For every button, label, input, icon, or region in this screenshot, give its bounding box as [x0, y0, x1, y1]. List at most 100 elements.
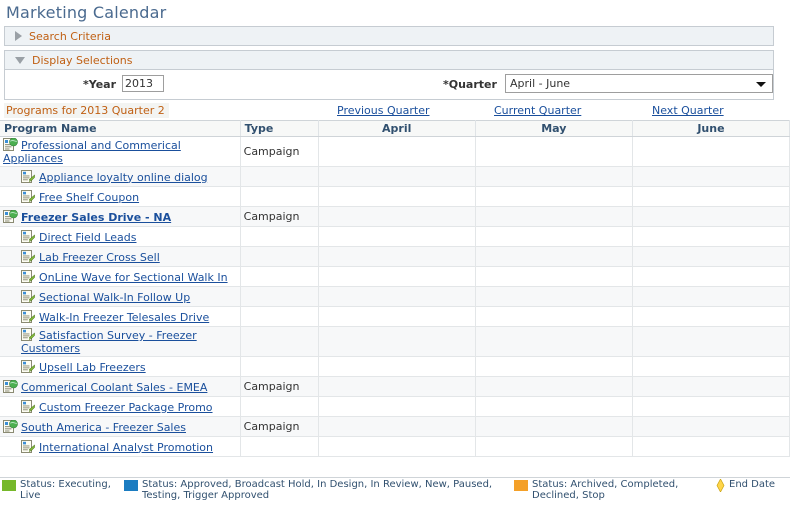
cell-month-2 — [475, 226, 633, 247]
cell-program-name: Satisfaction Survey - Freezer Customers — [0, 326, 241, 357]
cell-month-2 — [475, 166, 633, 187]
legend-label: Status: Archived, Completed, Declined, S… — [532, 479, 679, 501]
cell-month-1 — [318, 416, 476, 437]
display-selections-body: *Year 2013 *Quarter April - June — [4, 70, 774, 100]
campaign-document-icon — [21, 399, 36, 414]
campaign-link[interactable]: Upsell Lab Freezers — [39, 361, 146, 374]
cell-month-1 — [318, 206, 476, 227]
quarter-select[interactable]: April - June — [505, 74, 773, 93]
cell-month-2 — [475, 266, 633, 287]
cell-program-name: Custom Freezer Package Promo — [0, 396, 241, 417]
cell-type — [240, 356, 319, 377]
column-header-type[interactable]: Type — [240, 120, 319, 137]
cell-month-3 — [632, 186, 790, 207]
campaign-document-icon — [21, 328, 36, 342]
grid-header-row: Program Name Type April May June — [0, 120, 790, 137]
legend-item: Status: Executing, Live — [2, 479, 120, 501]
campaign-link[interactable]: Appliance loyalty online dialog — [39, 171, 208, 184]
cell-month-2 — [475, 416, 633, 437]
table-row: Free Shelf Coupon — [0, 186, 790, 207]
campaign-name-cell: Appliance loyalty online dialog — [3, 169, 237, 184]
cell-month-1 — [318, 376, 476, 397]
campaign-link[interactable]: Custom Freezer Package Promo — [39, 401, 213, 414]
campaign-name-cell: Direct Field Leads — [3, 229, 237, 244]
cell-program-name: Free Shelf Coupon — [0, 186, 241, 207]
campaign-link[interactable]: Satisfaction Survey - Freezer Customers — [21, 329, 197, 355]
cell-type — [240, 226, 319, 247]
cell-month-3 — [632, 356, 790, 377]
year-input[interactable]: 2013 — [122, 75, 164, 92]
cell-program-name: International Analyst Promotion — [0, 436, 241, 457]
year-label: *Year — [83, 78, 117, 91]
table-row: OnLine Wave for Sectional Walk In — [0, 266, 790, 287]
campaign-document-icon — [21, 309, 36, 324]
table-row: Upsell Lab Freezers — [0, 356, 790, 377]
campaign-document-icon — [21, 289, 36, 304]
display-selections-header[interactable]: Display Selections — [4, 50, 774, 70]
campaign-document-icon — [21, 229, 36, 244]
status-legend: Status: Executing, Live Status: Approved… — [0, 477, 790, 514]
campaign-link[interactable]: Direct Field Leads — [39, 231, 136, 244]
programs-grid: Program Name Type April May June Profess… — [0, 120, 790, 457]
cell-month-2 — [475, 306, 633, 327]
cell-month-1 — [318, 186, 476, 207]
table-row: Professional and Commerical Appliances Ca… — [0, 136, 790, 167]
search-criteria-header[interactable]: Search Criteria — [4, 26, 774, 46]
campaign-link[interactable]: International Analyst Promotion — [39, 441, 213, 454]
campaign-link[interactable]: OnLine Wave for Sectional Walk In — [39, 271, 228, 284]
campaign-link[interactable]: Lab Freezer Cross Sell — [39, 251, 160, 264]
program-globe-icon — [3, 419, 18, 434]
program-name-cell: Commerical Coolant Sales - EMEA — [3, 379, 237, 394]
page-title: Marketing Calendar — [6, 3, 167, 22]
legend-item: Status: Approved, Broadcast Hold, In Des… — [124, 479, 504, 501]
display-selections-section: Display Selections *Year 2013 *Quarter A… — [0, 50, 790, 100]
cell-type — [240, 326, 319, 357]
triangle-right-icon[interactable] — [15, 31, 22, 41]
triangle-down-icon[interactable] — [15, 56, 25, 64]
filter-fields-row: *Year 2013 *Quarter April - June — [5, 70, 773, 100]
cell-type — [240, 246, 319, 267]
table-row: International Analyst Promotion — [0, 436, 790, 457]
program-link[interactable]: South America - Freezer Sales — [21, 421, 186, 434]
program-link[interactable]: Professional and Commerical Appliances — [3, 139, 181, 165]
cell-month-1 — [318, 286, 476, 307]
previous-quarter-link[interactable]: Previous Quarter — [337, 104, 429, 117]
cell-month-2 — [475, 356, 633, 377]
cell-program-name: Professional and Commerical Appliances — [0, 136, 241, 167]
table-row: South America - Freezer Sales Campaign — [0, 416, 790, 437]
cell-month-1 — [318, 136, 476, 167]
search-criteria-section: Search Criteria — [0, 26, 790, 46]
cell-type — [240, 266, 319, 287]
program-name-cell: Freezer Sales Drive - NA — [3, 209, 237, 224]
cell-program-name: Freezer Sales Drive - NA — [0, 206, 241, 227]
campaign-link[interactable]: Walk-In Freezer Telesales Drive — [39, 311, 209, 324]
quarter-select-value: April - June — [510, 77, 571, 90]
cell-month-3 — [632, 376, 790, 397]
campaign-name-cell: Sectional Walk-In Follow Up — [3, 289, 237, 304]
column-header-program-name[interactable]: Program Name — [0, 120, 241, 137]
next-quarter-link[interactable]: Next Quarter — [652, 104, 724, 117]
cell-month-3 — [632, 246, 790, 267]
current-quarter-link[interactable]: Current Quarter — [494, 104, 581, 117]
cell-month-3 — [632, 166, 790, 187]
campaign-link[interactable]: Sectional Walk-In Follow Up — [39, 291, 190, 304]
cell-type — [240, 436, 319, 457]
chevron-down-icon[interactable] — [756, 81, 766, 87]
legend-label: Status: Approved, Broadcast Hold, In Des… — [142, 479, 493, 501]
cell-program-name: Commerical Coolant Sales - EMEA — [0, 376, 241, 397]
campaign-name-cell: Custom Freezer Package Promo — [3, 399, 237, 414]
program-link[interactable]: Commerical Coolant Sales - EMEA — [21, 381, 207, 394]
cell-program-name: Upsell Lab Freezers — [0, 356, 241, 377]
program-link[interactable]: Freezer Sales Drive - NA — [21, 211, 171, 224]
column-header-month-1: April — [318, 120, 476, 137]
cell-type: Campaign — [240, 136, 319, 167]
cell-program-name: Sectional Walk-In Follow Up — [0, 286, 241, 307]
campaign-name-cell: Lab Freezer Cross Sell — [3, 249, 237, 264]
campaign-name-cell: Satisfaction Survey - Freezer Customers — [3, 328, 237, 355]
cell-month-3 — [632, 266, 790, 287]
legend-item: End Date — [716, 478, 786, 495]
cell-type — [240, 166, 319, 187]
campaign-link[interactable]: Free Shelf Coupon — [39, 191, 139, 204]
program-name-cell: South America - Freezer Sales — [3, 419, 237, 434]
cell-type — [240, 186, 319, 207]
